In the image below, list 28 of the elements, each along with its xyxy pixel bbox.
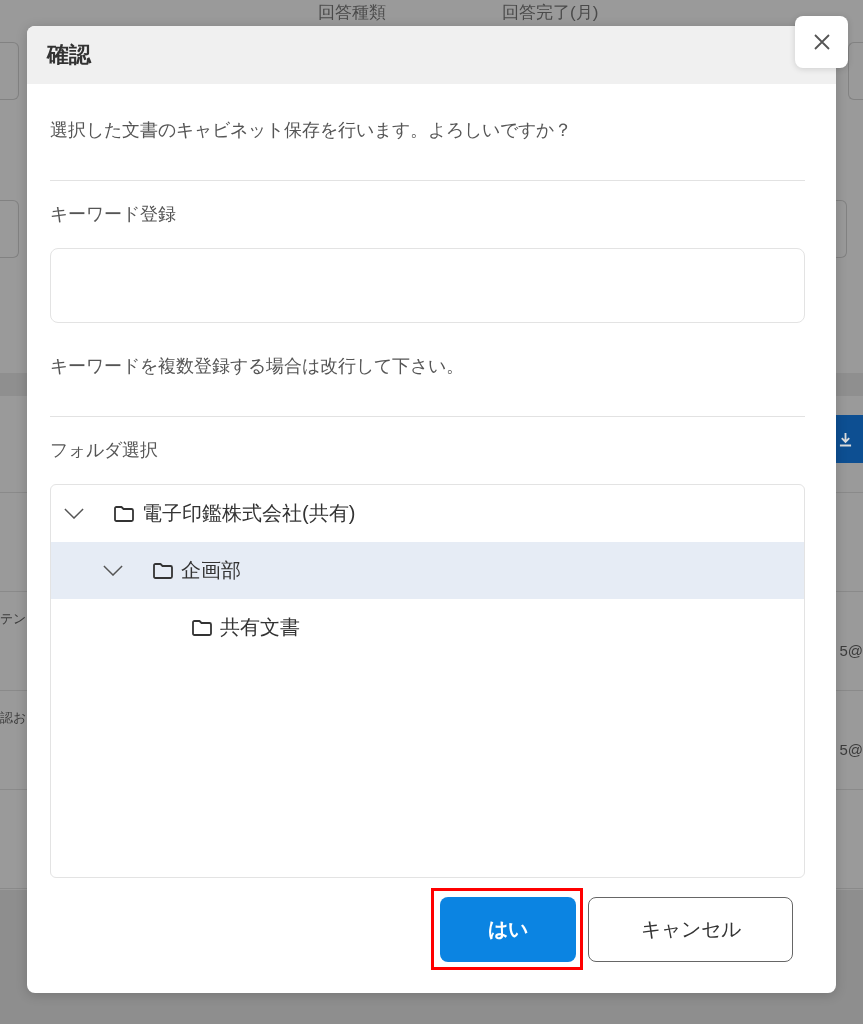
download-icon [839, 431, 852, 447]
confirm-button[interactable]: はい [440, 897, 576, 962]
folder-icon [192, 619, 212, 636]
input-field[interactable] [0, 200, 19, 258]
chevron-down-icon[interactable] [64, 508, 84, 519]
tree-item[interactable]: 企画部 [51, 542, 804, 599]
table-cell-text: テン [0, 610, 26, 628]
cancel-button[interactable]: キャンセル [588, 897, 793, 962]
chevron-down-icon[interactable] [103, 565, 123, 576]
dialog-title: 確認 [47, 41, 91, 69]
table-cell-text: 認お [0, 709, 26, 727]
column-header: 回答種類 [318, 3, 386, 23]
keyword-hint: キーワードを複数登録する場合は改行して下さい。 [50, 355, 465, 378]
confirmation-message: 選択した文書のキャビネット保存を行います。よろしいですか？ [50, 119, 573, 142]
keyword-input-field[interactable] [50, 248, 805, 323]
download-button[interactable] [836, 415, 863, 463]
folder-icon [153, 562, 173, 579]
close-icon [813, 34, 830, 50]
close-button[interactable] [795, 16, 848, 68]
folder-icon [114, 505, 134, 522]
tree-item[interactable]: 共有文書 [51, 599, 804, 656]
folder-label: フォルダ選択 [50, 439, 159, 462]
column-header: 回答完了(月) [502, 3, 599, 23]
table-cell-text: 5@ [839, 741, 863, 759]
table-cell-text: 5@ [839, 642, 863, 660]
tree-item[interactable]: 電子印鑑株式会社(共有) [51, 485, 804, 542]
keyword-label: キーワード登録 [50, 203, 177, 226]
input-field[interactable] [0, 42, 19, 100]
